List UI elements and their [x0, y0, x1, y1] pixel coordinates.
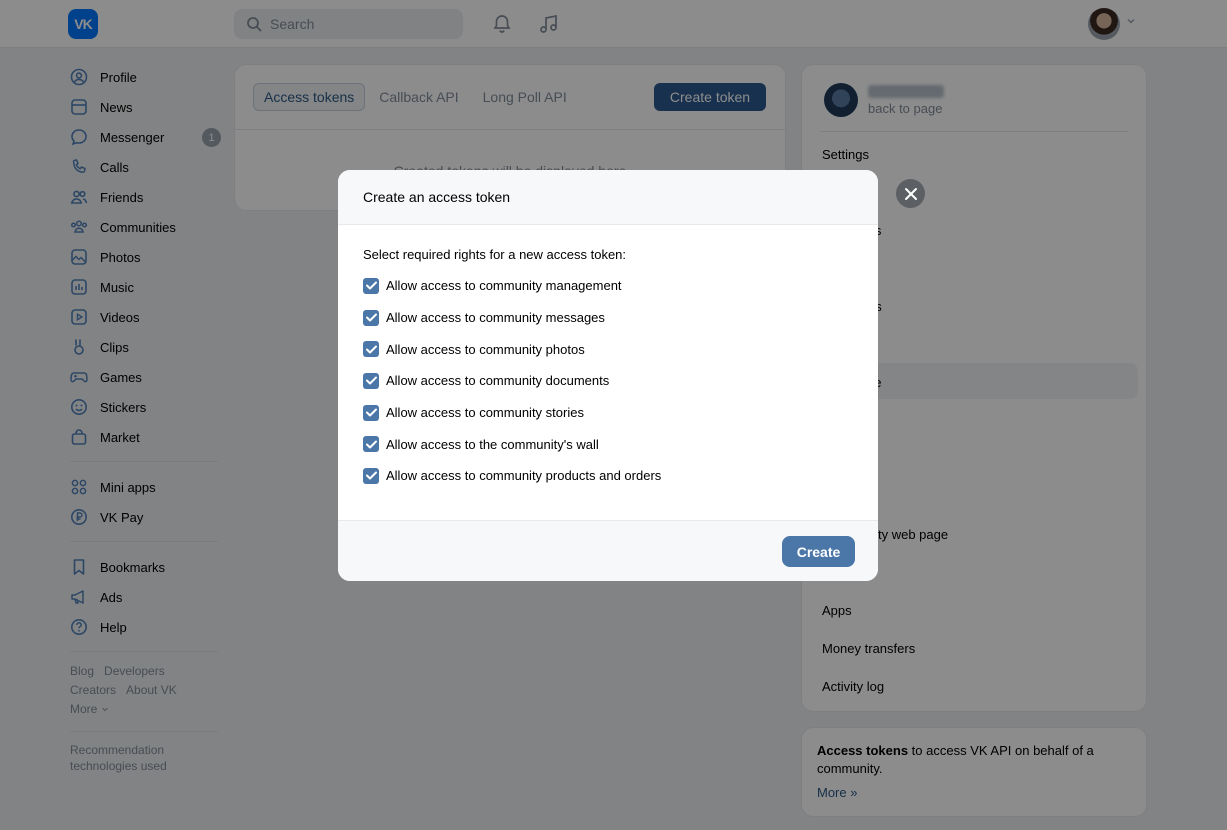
- permission-label: Allow access to community management: [386, 278, 622, 294]
- permission-label: Allow access to community products and o…: [386, 468, 662, 484]
- checkbox-checked[interactable]: [363, 467, 379, 484]
- permission-label: Allow access to the community's wall: [386, 436, 599, 452]
- checkbox-checked[interactable]: [363, 404, 379, 421]
- permission-option[interactable]: Allow access to community management: [363, 270, 853, 302]
- modal-header: Create an access token: [338, 170, 878, 225]
- create-button[interactable]: Create: [782, 536, 855, 567]
- checkmark-icon: [365, 281, 377, 290]
- checkmark-icon: [365, 313, 377, 322]
- permission-option[interactable]: Allow access to community products and o…: [363, 460, 853, 492]
- permission-option[interactable]: Allow access to community documents: [363, 365, 853, 397]
- checkmark-icon: [365, 408, 377, 417]
- close-icon: [904, 187, 917, 200]
- checkmark-icon: [365, 440, 377, 449]
- close-modal-button[interactable]: [896, 179, 925, 208]
- checkbox-checked[interactable]: [363, 309, 379, 326]
- permission-label: Allow access to community documents: [386, 373, 610, 389]
- checkbox-checked[interactable]: [363, 341, 379, 358]
- checkbox-checked[interactable]: [363, 436, 379, 453]
- checkmark-icon: [365, 345, 377, 354]
- modal-subtitle: Select required rights for a new access …: [363, 247, 627, 262]
- modal-footer: Create: [338, 520, 878, 581]
- permission-option[interactable]: Allow access to community messages: [363, 302, 853, 334]
- permission-label: Allow access to community stories: [386, 405, 584, 421]
- permission-label: Allow access to community messages: [386, 310, 605, 326]
- checkbox-checked[interactable]: [363, 372, 379, 389]
- checkbox-checked[interactable]: [363, 277, 379, 294]
- modal-title: Create an access token: [363, 189, 511, 205]
- create-token-modal: Create an access token Select required r…: [338, 170, 878, 581]
- checkmark-icon: [365, 376, 377, 385]
- permission-option[interactable]: Allow access to community stories: [363, 397, 853, 429]
- permission-label: Allow access to community photos: [386, 341, 585, 357]
- permission-option[interactable]: Allow access to community photos: [363, 333, 853, 365]
- modal-body: Select required rights for a new access …: [338, 225, 878, 492]
- permission-option[interactable]: Allow access to the community's wall: [363, 428, 853, 460]
- checkmark-icon: [365, 471, 377, 480]
